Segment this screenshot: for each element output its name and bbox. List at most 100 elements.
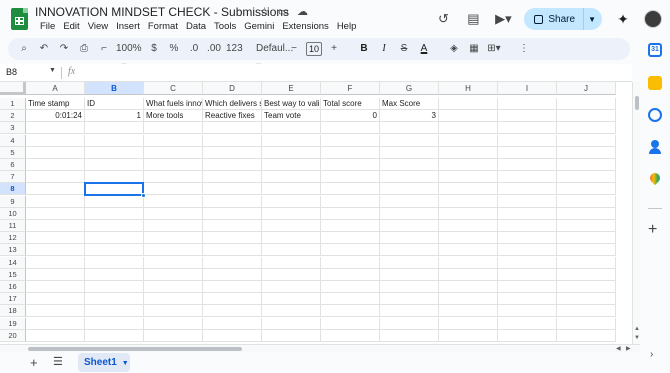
bold-button[interactable]: B (356, 40, 372, 58)
cell-i20[interactable] (498, 329, 557, 342)
column-header-i[interactable]: I (498, 82, 557, 95)
cell-c19[interactable] (144, 317, 203, 330)
menu-file[interactable]: File (36, 21, 59, 32)
maps-icon[interactable] (648, 173, 662, 187)
cell-f1[interactable]: Total score (321, 98, 380, 110)
keep-icon[interactable] (648, 76, 662, 90)
more-options-icon[interactable]: ⋮ (516, 40, 532, 58)
cell-a12[interactable] (26, 232, 85, 245)
cell-d3[interactable] (203, 122, 262, 135)
cell-f5[interactable] (321, 146, 380, 159)
cell-b9[interactable] (85, 195, 144, 208)
cell-a17[interactable] (26, 293, 85, 306)
cell-h1[interactable] (439, 98, 498, 110)
cell-g16[interactable] (380, 281, 439, 293)
cell-b14[interactable] (85, 256, 144, 269)
menu-format[interactable]: Format (144, 21, 182, 32)
cell-f11[interactable] (321, 220, 380, 232)
cell-g18[interactable] (380, 305, 439, 318)
cell-f17[interactable] (321, 293, 380, 306)
cell-g5[interactable] (380, 146, 439, 159)
cell-f12[interactable] (321, 232, 380, 245)
cell-i17[interactable] (498, 293, 557, 306)
cell-f7[interactable] (321, 171, 380, 184)
row-header-20[interactable]: 20 (0, 329, 26, 342)
currency-format-button[interactable]: $ (146, 40, 162, 58)
all-sheets-icon[interactable]: ☰ (53, 355, 63, 368)
cell-b13[interactable] (85, 244, 144, 257)
cell-c7[interactable] (144, 171, 203, 184)
search-menus-icon[interactable]: ⌕ (16, 40, 32, 58)
cell-b11[interactable] (85, 220, 144, 232)
cell-f15[interactable] (321, 268, 380, 281)
row-header-15[interactable]: 15 (0, 268, 26, 281)
menu-edit[interactable]: Edit (59, 21, 83, 32)
cell-h8[interactable] (439, 183, 498, 196)
cell-d4[interactable] (203, 134, 262, 147)
cell-g3[interactable] (380, 122, 439, 135)
cell-d16[interactable] (203, 281, 262, 293)
vertical-scroll-thumb[interactable] (635, 96, 639, 110)
cell-c10[interactable] (144, 207, 203, 220)
cell-f9[interactable] (321, 195, 380, 208)
zoom-select[interactable]: 100% ▾ (116, 40, 142, 72)
cell-d11[interactable] (203, 220, 262, 232)
cell-a4[interactable] (26, 134, 85, 147)
cell-d5[interactable] (203, 146, 262, 159)
cell-j12[interactable] (557, 232, 616, 245)
calendar-icon[interactable]: 31 (648, 43, 662, 57)
cell-g11[interactable] (380, 220, 439, 232)
cell-g19[interactable] (380, 317, 439, 330)
cell-d12[interactable] (203, 232, 262, 245)
row-header-5[interactable]: 5 (0, 146, 26, 159)
row-header-8[interactable]: 8 (0, 183, 26, 196)
cell-d15[interactable] (203, 268, 262, 281)
cell-b17[interactable] (85, 293, 144, 306)
cell-e5[interactable] (262, 146, 321, 159)
cell-h4[interactable] (439, 134, 498, 147)
cell-e1[interactable]: Best way to valid (262, 98, 321, 110)
cell-e11[interactable] (262, 220, 321, 232)
fill-handle[interactable] (141, 192, 146, 198)
merge-cells-icon[interactable]: ⊞▾ (486, 40, 502, 58)
cell-f10[interactable] (321, 207, 380, 220)
row-header-4[interactable]: 4 (0, 134, 26, 147)
menu-tools[interactable]: Tools (210, 21, 240, 32)
font-size-input[interactable]: 10 (306, 42, 322, 56)
cell-h12[interactable] (439, 232, 498, 245)
strikethrough-button[interactable]: S (396, 40, 412, 58)
spreadsheet-grid[interactable]: A B C D E F G H I J 1 Time stamp ID What fuels innov W… (0, 82, 632, 344)
cell-j19[interactable] (557, 317, 616, 330)
cell-d20[interactable] (203, 329, 262, 342)
cell-b18[interactable] (85, 305, 144, 318)
cell-h11[interactable] (439, 220, 498, 232)
cell-h6[interactable] (439, 159, 498, 171)
cell-f6[interactable] (321, 159, 380, 171)
cell-e14[interactable] (262, 256, 321, 269)
cell-b5[interactable] (85, 146, 144, 159)
cell-f2[interactable]: 0 (321, 110, 380, 123)
cell-a1[interactable]: Time stamp (26, 98, 85, 110)
cell-f16[interactable] (321, 281, 380, 293)
cell-a11[interactable] (26, 220, 85, 232)
cell-a20[interactable] (26, 329, 85, 342)
select-all-corner[interactable] (0, 82, 26, 95)
menu-extensions[interactable]: Extensions (278, 21, 332, 32)
cell-j3[interactable] (557, 122, 616, 135)
add-sheet-icon[interactable]: + (30, 355, 38, 370)
cell-j20[interactable] (557, 329, 616, 342)
cell-i11[interactable] (498, 220, 557, 232)
cell-i18[interactable] (498, 305, 557, 318)
cell-h7[interactable] (439, 171, 498, 184)
cell-h3[interactable] (439, 122, 498, 135)
contacts-icon[interactable] (648, 140, 662, 154)
cell-h14[interactable] (439, 256, 498, 269)
cell-b10[interactable] (85, 207, 144, 220)
cell-a7[interactable] (26, 171, 85, 184)
cell-j5[interactable] (557, 146, 616, 159)
cell-h17[interactable] (439, 293, 498, 306)
cell-g14[interactable] (380, 256, 439, 269)
cell-j4[interactable] (557, 134, 616, 147)
cell-c12[interactable] (144, 232, 203, 245)
cell-a2[interactable]: 0:01:24 (26, 110, 85, 123)
